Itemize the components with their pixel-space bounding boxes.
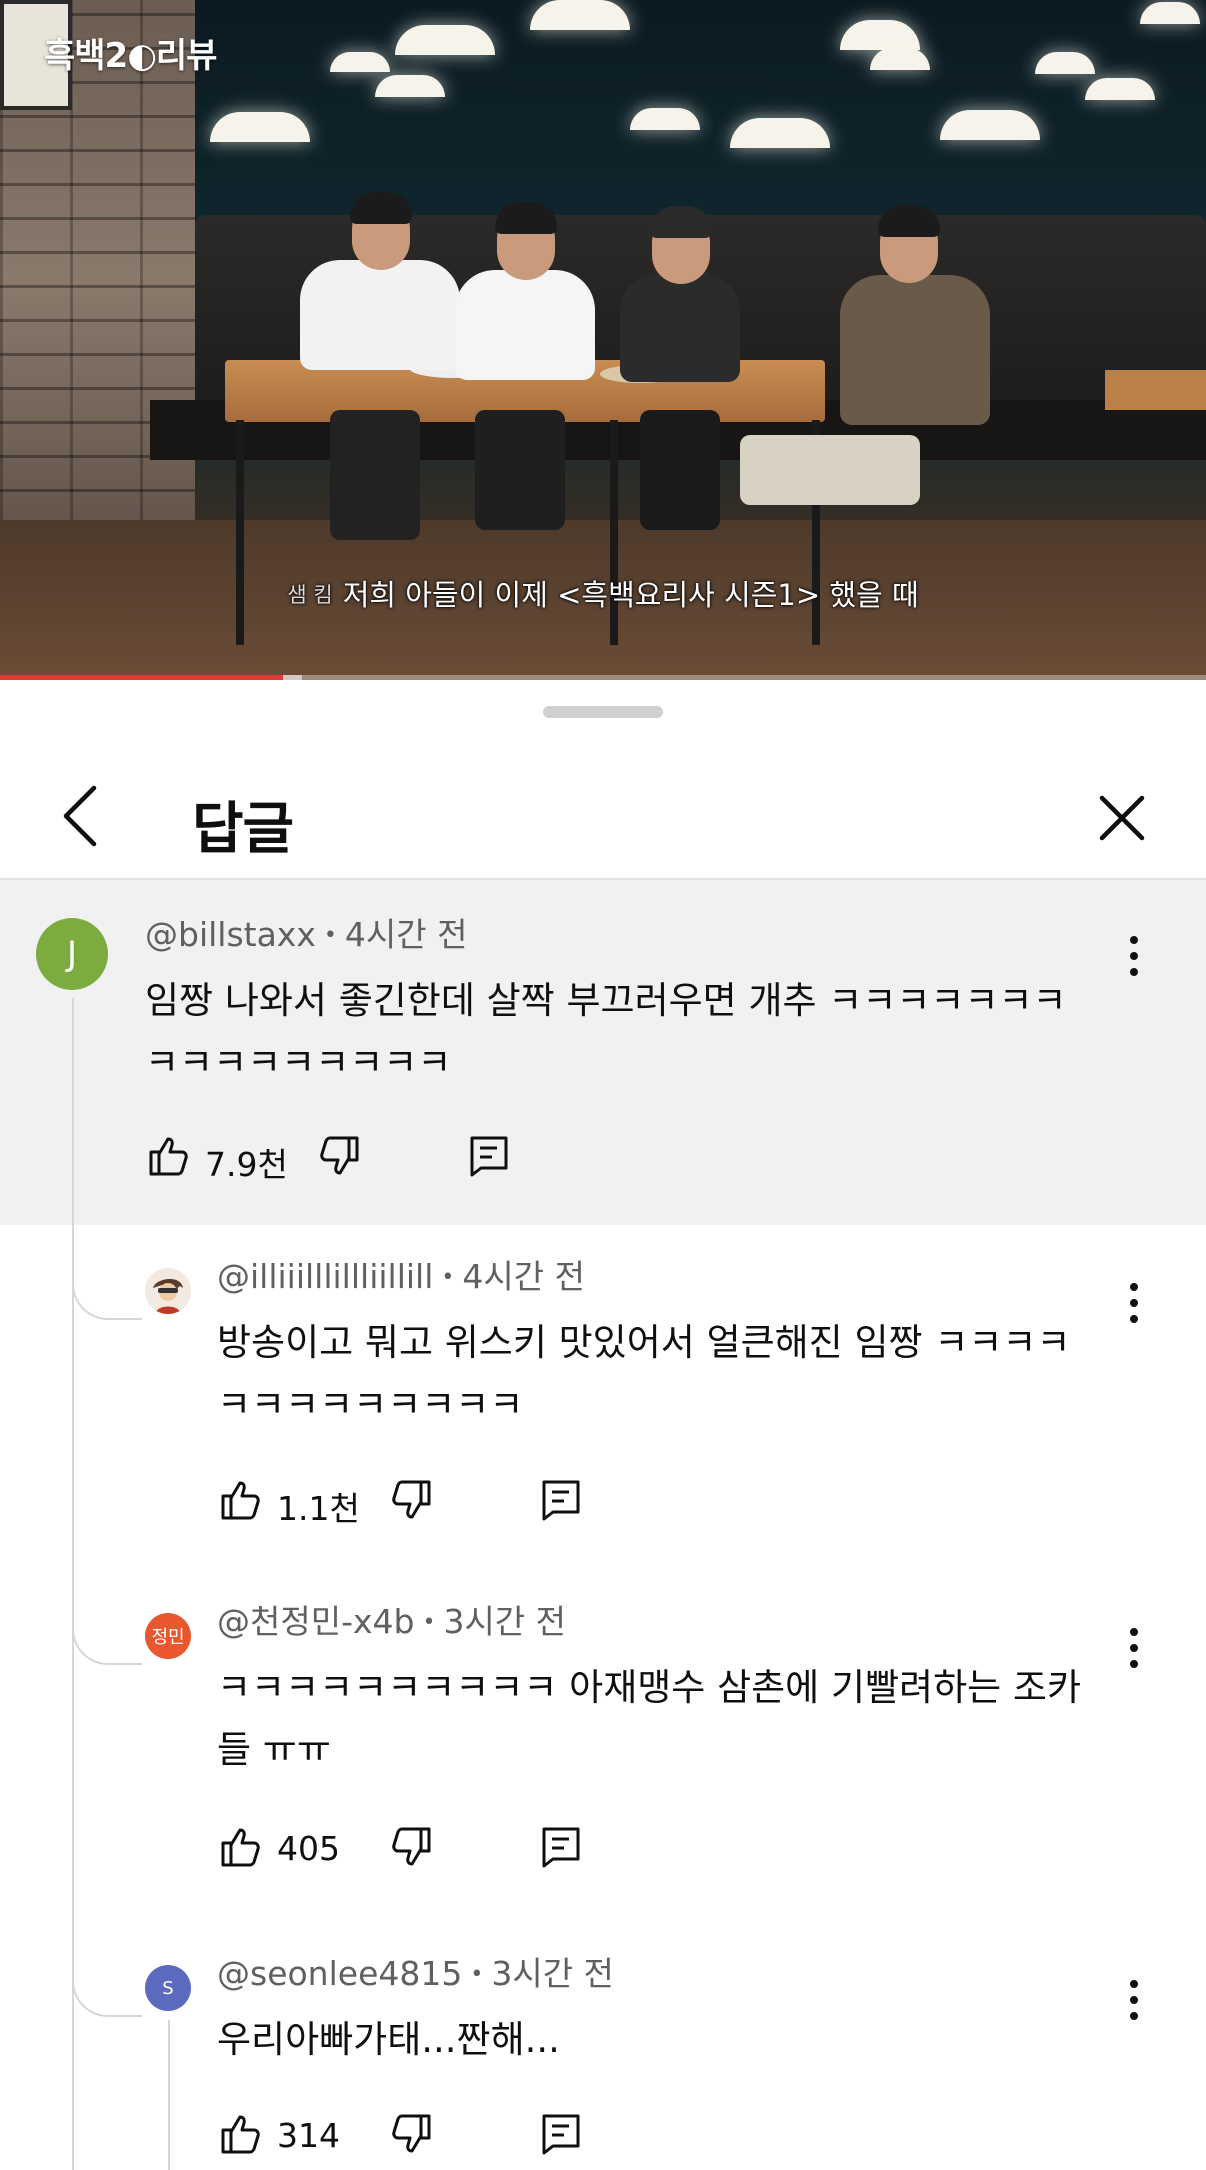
like-count: 7.9천: [205, 1145, 288, 1184]
more-options-button[interactable]: [1118, 1974, 1150, 2026]
video-player[interactable]: 흑백2◐리뷰 샘 킴 저희 아들이 이제 <흑백요리사 시즌1> 했을 때: [0, 0, 1206, 680]
comment-username[interactable]: @illiiilllillliillill: [217, 1257, 433, 1296]
dislike-icon[interactable]: [387, 1476, 435, 1524]
reply-icon[interactable]: [537, 1476, 585, 1524]
like-icon[interactable]: [217, 2110, 265, 2158]
comment-text-line: ㅋㅋㅋㅋㅋㅋㅋㅋㅋㅋ 아재맹수 삼촌에 기빨려하는 조카: [217, 1666, 1082, 1709]
more-options-button[interactable]: [1118, 1622, 1150, 1674]
comment-text-line: ㅋㅋㅋㅋㅋㅋㅋㅋㅋ: [217, 1383, 524, 1426]
reply-comment: 정민 @천정민-x4b • 3시간 전 ㅋㅋㅋㅋㅋㅋㅋㅋㅋㅋ 아재맹수 삼촌에 기빨…: [0, 1570, 1206, 1922]
reply-comment: @illiiilllillliillill • 4시간 전 방송이고 뭐고 위스키 …: [0, 1225, 1206, 1570]
close-button[interactable]: [1084, 780, 1160, 856]
reply-icon[interactable]: [465, 1132, 513, 1180]
meta-separator: •: [323, 923, 337, 948]
more-options-button[interactable]: [1118, 930, 1150, 982]
video-subtitle: 샘 킴 저희 아들이 이제 <흑백요리사 시즌1> 했을 때: [0, 572, 1206, 614]
avatar[interactable]: J: [36, 918, 108, 990]
dislike-icon[interactable]: [387, 1823, 435, 1871]
channel-watermark: 흑백2◐리뷰: [44, 36, 217, 76]
parent-comment: J @billstaxx • 4시간 전 임짱 나와서 좋긴한데 살짝 부끄러우면 …: [0, 880, 1206, 1225]
avatar-letter: S: [162, 1977, 174, 1999]
video-lamp: [940, 110, 1040, 140]
comment-meta: @illiiilllillliillill • 4시간 전: [217, 1250, 585, 1298]
comment-text-line: ㅋㅋㅋㅋㅋㅋㅋㅋㅋ: [145, 1041, 452, 1084]
comment-username[interactable]: @seonlee4815: [217, 1954, 462, 1993]
avatar[interactable]: S: [145, 1965, 191, 2011]
comment-meta: @billstaxx • 4시간 전: [145, 908, 467, 956]
subtitle-speaker: 샘 킴: [287, 583, 333, 607]
video-side-table: [1105, 370, 1206, 410]
video-lamp: [630, 108, 700, 130]
like-count: 405: [277, 1829, 340, 1868]
more-vertical-icon: [1130, 1628, 1138, 1668]
more-vertical-icon: [1130, 1283, 1138, 1323]
comment-actions: 405: [217, 1823, 617, 1883]
comment-time: 3시간 전: [443, 1602, 567, 1641]
back-button[interactable]: [44, 776, 114, 856]
like-icon[interactable]: [217, 1476, 265, 1524]
comment-time: 3시간 전: [491, 1954, 614, 1993]
comment-actions: 1.1천: [217, 1476, 617, 1536]
video-lamp: [530, 0, 630, 30]
comment-text: 임짱 나와서 좋긴한데 살짝 부끄러우면 개추 ㅋㅋㅋㅋㅋㅋㅋ ㅋㅋㅋㅋㅋㅋㅋㅋ…: [145, 970, 1075, 1094]
reply-comment: S @seonlee4815 • 3시간 전 우리아빠가태...짠해... 314: [0, 1922, 1206, 2170]
comment-text: 우리아빠가태...짠해...: [217, 2009, 1117, 2071]
like-count: 314: [277, 2116, 340, 2155]
comment-time: 4시간 전: [462, 1257, 585, 1296]
video-lamp: [375, 75, 445, 97]
more-vertical-icon: [1130, 936, 1138, 976]
comment-actions: 7.9천: [145, 1132, 545, 1192]
video-lamp: [330, 52, 390, 72]
dislike-icon[interactable]: [387, 2110, 435, 2158]
video-lamp: [1140, 2, 1200, 24]
comment-actions: 314: [217, 2110, 617, 2170]
comment-text-line: 임짱 나와서 좋긴한데 살짝 부끄러우면 개추 ㅋㅋㅋㅋㅋㅋㅋ: [145, 979, 1067, 1022]
avatar-illustration-icon: [145, 1268, 191, 1314]
replies-panel: 답글 J @billstaxx • 4시간 전 임짱 나와서 좋긴한데 살짝 부끄러…: [0, 680, 1206, 2170]
comment-text-line: 방송이고 뭐고 위스키 맛있어서 얼큰해진 임짱 ㅋㅋㅋㅋ: [217, 1321, 1071, 1364]
reply-icon[interactable]: [537, 1823, 585, 1871]
panel-title: 답글: [192, 797, 294, 862]
close-icon: [1099, 795, 1145, 841]
avatar-letter: 정민: [151, 1627, 185, 1648]
comment-text-line: 들 ㅠㅠ: [217, 1728, 331, 1771]
like-count: 1.1천: [277, 1489, 360, 1528]
like-icon[interactable]: [217, 1823, 265, 1871]
comment-time: 4시간 전: [344, 915, 468, 954]
comment-username[interactable]: @billstaxx: [145, 915, 316, 954]
dislike-icon[interactable]: [315, 1132, 363, 1180]
comment-text-line: 우리아빠가태...짠해...: [217, 2018, 560, 2061]
video-lamp: [210, 112, 310, 142]
video-lamp: [1035, 52, 1095, 74]
comment-username[interactable]: @천정민-x4b: [217, 1602, 414, 1641]
comment-text: 방송이고 뭐고 위스키 맛있어서 얼큰해진 임짱 ㅋㅋㅋㅋ ㅋㅋㅋㅋㅋㅋㅋㅋㅋ: [217, 1312, 1117, 1436]
video-lamp: [1085, 78, 1155, 100]
subtitle-text: 저희 아들이 이제 <흑백요리사 시즌1> 했을 때: [342, 578, 919, 612]
video-lamp: [730, 118, 830, 148]
more-options-button[interactable]: [1118, 1277, 1150, 1329]
more-vertical-icon: [1130, 1980, 1138, 2020]
video-lamp: [840, 20, 920, 50]
panel-header: 답글: [0, 736, 1206, 880]
comment-text: ㅋㅋㅋㅋㅋㅋㅋㅋㅋㅋ 아재맹수 삼촌에 기빨려하는 조카 들 ㅠㅠ: [217, 1657, 1117, 1781]
video-lamp: [870, 48, 930, 70]
avatar[interactable]: [145, 1268, 191, 1314]
comment-meta: @천정민-x4b • 3시간 전: [217, 1595, 566, 1643]
comment-meta: @seonlee4815 • 3시간 전: [217, 1947, 614, 1995]
drag-handle[interactable]: [543, 706, 663, 718]
meta-separator: •: [422, 1610, 436, 1635]
avatar[interactable]: 정민: [145, 1613, 191, 1659]
like-icon[interactable]: [145, 1132, 193, 1180]
reply-icon[interactable]: [537, 2110, 585, 2158]
meta-separator: •: [441, 1265, 455, 1290]
chevron-left-icon: [63, 785, 97, 847]
avatar-letter: J: [66, 934, 78, 974]
meta-separator: •: [470, 1962, 484, 1987]
video-lamp: [395, 25, 495, 55]
